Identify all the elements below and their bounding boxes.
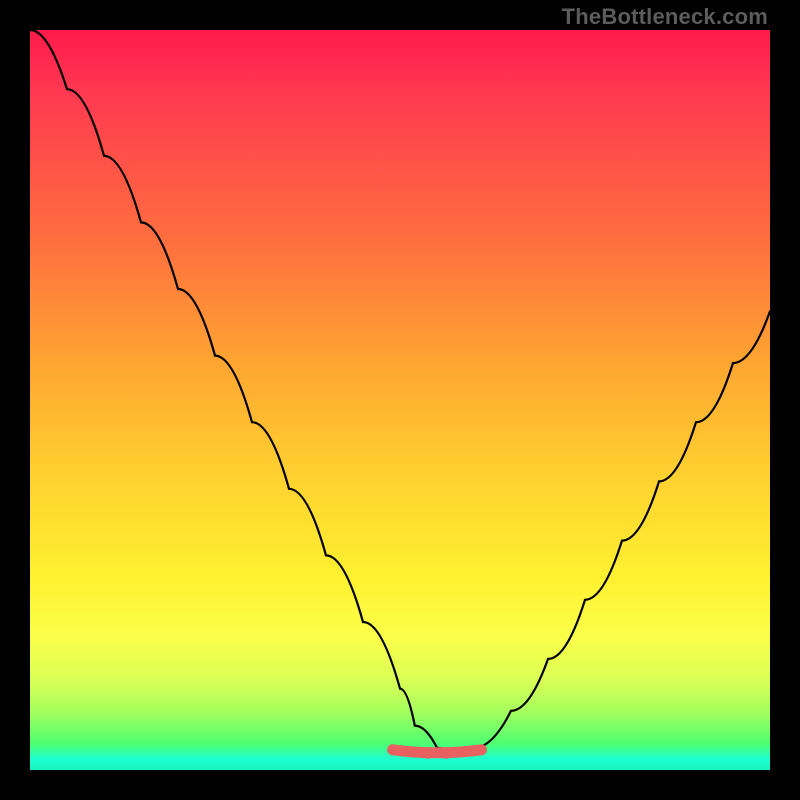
curve-left-branch xyxy=(30,30,459,755)
minimum-dot xyxy=(476,745,486,755)
minimum-dot xyxy=(387,745,397,755)
plot-area xyxy=(30,30,770,770)
minimum-dot xyxy=(458,747,468,757)
watermark-text: TheBottleneck.com xyxy=(562,4,768,30)
chart-frame: TheBottleneck.com xyxy=(0,0,800,800)
minimum-dot xyxy=(423,748,433,758)
minimum-dot xyxy=(405,747,415,757)
bottleneck-curve xyxy=(30,30,770,770)
minimum-dot xyxy=(441,748,451,758)
curve-right-branch xyxy=(459,311,770,755)
